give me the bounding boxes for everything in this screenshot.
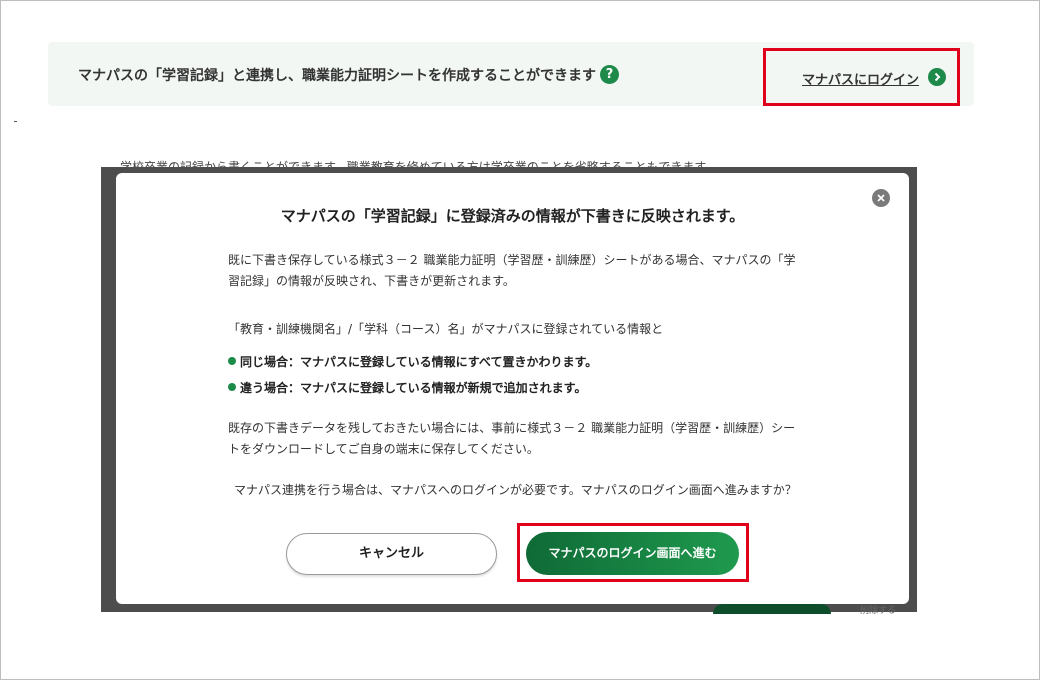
manapass-login-link[interactable]: マナパスにログイン: [802, 69, 919, 88]
proceed-to-login-button[interactable]: マナパスのログイン画面へ進む: [526, 532, 739, 575]
banner-message: マナパスの「学習記録」と連携し、職業能力証明シートを作成することができます: [78, 68, 596, 84]
chevron-right-circle-icon[interactable]: [928, 68, 946, 86]
bullet-dot-icon: [228, 383, 236, 391]
bullet-different: 違う場合：マナパスに登録している情報が新規で追加されます。: [228, 379, 586, 396]
bullet-dot-icon: [228, 357, 236, 365]
banner-text: マナパスの「学習記録」と連携し、職業能力証明シートを作成することができます?: [78, 64, 619, 86]
bullet-different-text: 違う場合：マナパスに登録している情報が新規で追加されます。: [240, 381, 587, 395]
cancel-button[interactable]: キャンセル: [286, 533, 497, 575]
dialog-paragraph-3: 既存の下書きデータを残しておきたい場合には、事前に様式３－２ 職業能力証明（学習…: [228, 421, 796, 456]
dialog-title: マナパスの「学習記録」に登録済みの情報が下書きに反映されます。: [280, 207, 745, 225]
confirm-dialog: マナパスの「学習記録」に登録済みの情報が下書きに反映されます。 既に下書き保存し…: [116, 173, 909, 604]
login-link-highlight: マナパスにログイン: [763, 48, 960, 106]
bullet-same-text: 同じ場合：マナパスに登録している情報にすべて置きかわります。: [240, 355, 598, 369]
dialog-paragraph-2: 「教育・訓練機関名」/「学科（コース）名」がマナパスに登録されている情報と: [228, 322, 664, 336]
background-delete-label: 削除する: [860, 606, 897, 616]
divider-mark: [14, 121, 17, 122]
dialog-question: マナパス連携を行う場合は、マナパスへのログインが必要です。マナパスのログイン画面…: [234, 483, 797, 497]
background-button: [713, 604, 831, 614]
dialog-paragraph-1: 既に下書き保存している様式３－２ 職業能力証明（学習歴・訓練歴）シートがある場合…: [228, 253, 796, 288]
bullet-same: 同じ場合：マナパスに登録している情報にすべて置きかわります。: [228, 353, 597, 370]
question-icon[interactable]: ?: [600, 64, 619, 84]
